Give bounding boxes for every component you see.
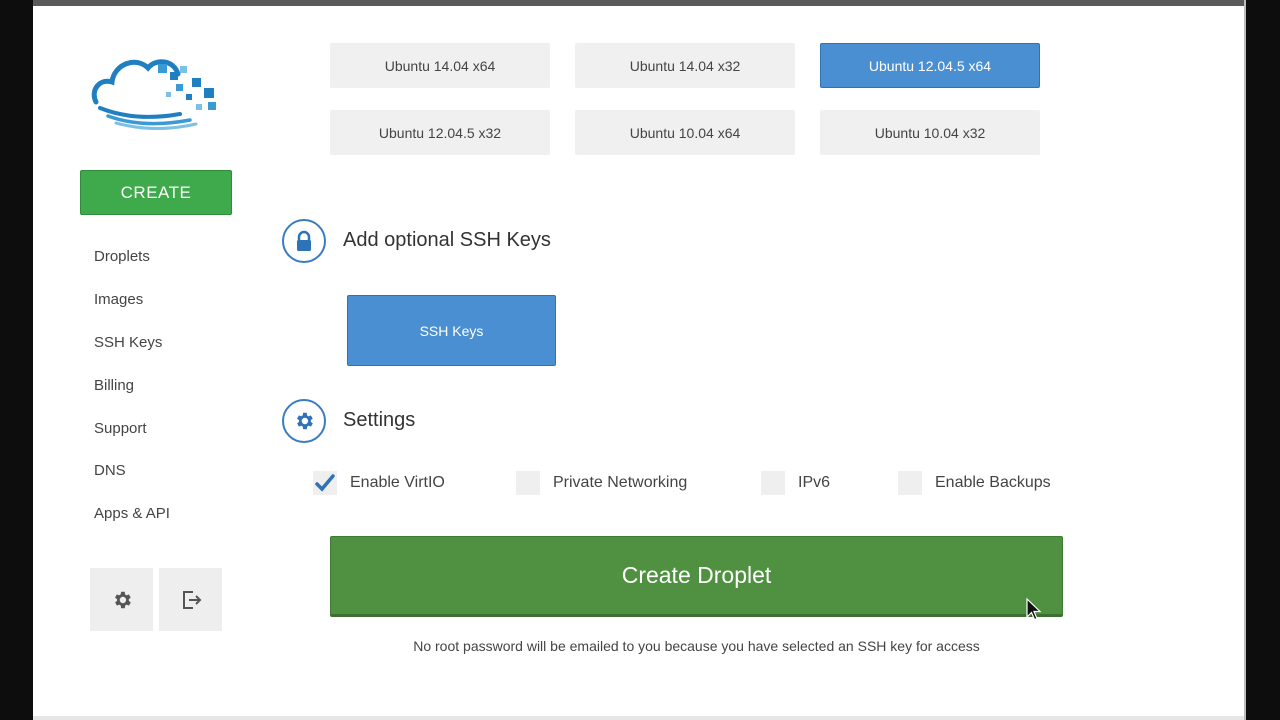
mouse-cursor-icon [1026,598,1042,621]
sidebar-item-support[interactable]: Support [94,419,147,439]
sidebar-item-droplets[interactable]: Droplets [94,247,150,267]
sidebar-item-ssh-keys[interactable]: SSH Keys [94,333,162,353]
image-option[interactable]: Ubuntu 14.04 x64 [330,43,550,88]
ssh-section-icon [282,219,326,263]
logout-icon [182,590,201,609]
private-networking-label[interactable]: Private Networking [553,472,687,494]
enable-backups-label[interactable]: Enable Backups [935,472,1051,494]
enable-virtio-checkbox[interactable] [313,471,337,495]
checkmark-icon [315,474,335,492]
sidebar-item-images[interactable]: Images [94,290,143,310]
create-droplet-button[interactable]: Create Droplet [330,536,1063,617]
ssh-notice-text: No root password will be emailed to you … [413,638,980,654]
image-option[interactable]: Ubuntu 14.04 x32 [575,43,795,88]
ipv6-checkbox[interactable] [761,471,785,495]
private-networking-checkbox[interactable] [516,471,540,495]
sidebar-item-dns[interactable]: DNS [94,461,126,481]
cloud-logo-icon[interactable] [86,50,226,132]
image-option[interactable]: Ubuntu 10.04 x32 [820,110,1040,155]
ssh-section-title: Add optional SSH Keys [343,229,551,251]
window-frame-top [0,0,1280,6]
image-option[interactable]: Ubuntu 12.04.5 x32 [330,110,550,155]
enable-virtio-label[interactable]: Enable VirtIO [350,472,445,494]
create-button[interactable]: CREATE [80,170,232,215]
window-frame-left [0,0,33,720]
settings-section-title: Settings [343,409,416,431]
logout-button[interactable] [159,568,222,631]
gear-icon [114,591,131,608]
image-option[interactable]: Ubuntu 10.04 x64 [575,110,795,155]
ssh-keys-button[interactable]: SSH Keys [347,295,556,366]
window-frame-bottom [33,716,1244,720]
image-option-selected[interactable]: Ubuntu 12.04.5 x64 [820,43,1040,88]
settings-button[interactable] [90,568,153,631]
window-frame-right [1244,0,1280,720]
enable-backups-checkbox[interactable] [898,471,922,495]
settings-section-icon [282,399,326,443]
ipv6-label[interactable]: IPv6 [798,472,830,494]
lock-icon [297,230,311,251]
sidebar-item-apps-api[interactable]: Apps & API [94,504,170,524]
gear-icon [297,412,313,430]
sidebar-item-billing[interactable]: Billing [94,376,134,396]
